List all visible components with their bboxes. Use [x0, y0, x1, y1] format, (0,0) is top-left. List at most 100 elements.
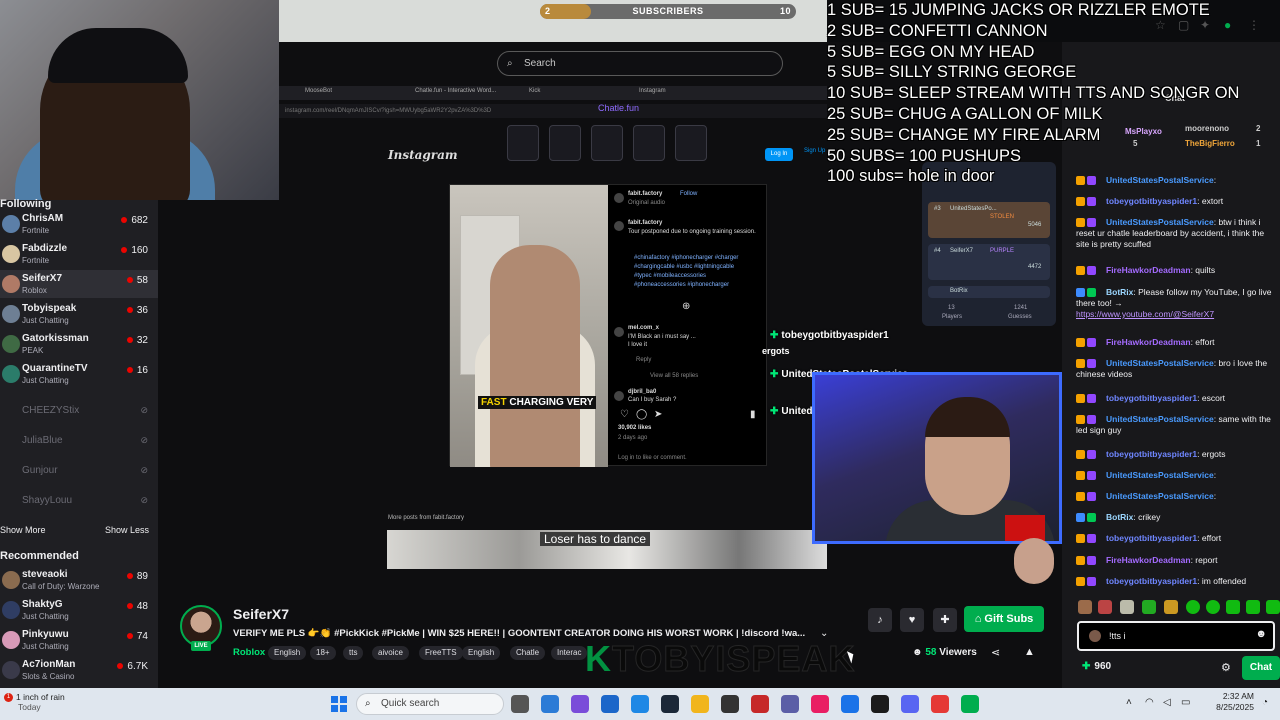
tab-instagram[interactable]: Instagram: [639, 88, 666, 94]
chat-username[interactable]: FireHawkorDeadman: [1106, 265, 1191, 275]
stream-tag[interactable]: tts: [343, 646, 364, 660]
show-less-link[interactable]: Show Less: [105, 525, 149, 535]
chat-username[interactable]: UnitedStatesPostalService: [1106, 414, 1214, 424]
chat-username[interactable]: FireHawkorDeadman: [1106, 337, 1191, 347]
sidebar-channel[interactable]: Gatorkissman PEAK 32: [0, 330, 158, 358]
chat-username[interactable]: tobeygotbitbyaspider1: [1106, 533, 1197, 543]
gift-subs-button[interactable]: ⌂ Gift Subs: [964, 606, 1044, 632]
sidebar-recommended-channel[interactable]: ShaktyG Just Chatting 48: [0, 596, 158, 624]
tab-chatle[interactable]: Chatle.fun - Interactive Word...: [415, 88, 496, 94]
sidebar-offline-channel[interactable]: CHEEZYStix ⊘: [0, 397, 158, 425]
taskbar-app-icon[interactable]: [511, 695, 529, 713]
show-more-link[interactable]: Show More: [0, 525, 46, 535]
hashtags-2[interactable]: #chargingcable #usbc #lightningcable: [634, 264, 734, 270]
stream-tag[interactable]: Interac: [551, 646, 588, 660]
report-icon[interactable]: ▲: [1024, 646, 1035, 658]
sidebar-recommended-channel[interactable]: Ac7ionMan Slots & Casino 6.7K: [0, 656, 158, 684]
sidebar-channel[interactable]: ChrisAM Fortnite 682: [0, 210, 158, 238]
bookmark-icon[interactable]: ▮: [750, 409, 756, 420]
share-icon[interactable]: ➤: [654, 409, 662, 420]
stream-search-input[interactable]: ⌕ Search: [497, 51, 783, 76]
taskbar-app-icon[interactable]: [781, 695, 799, 713]
chat-username[interactable]: UnitedStatesPostalService: [1106, 491, 1214, 501]
hashtags-4[interactable]: #phoneaccessories #iphonecharger: [634, 282, 729, 288]
chat-username[interactable]: BotRix: [1106, 512, 1133, 522]
sidebar-channel[interactable]: QuarantineTV Just Chatting 16: [0, 360, 158, 388]
instagram-login-button[interactable]: Log In: [765, 148, 793, 161]
reply-link[interactable]: Reply: [636, 357, 651, 363]
taskbar-app-icon[interactable]: [841, 695, 859, 713]
chat-username[interactable]: UnitedStatesPostalService: [1106, 358, 1214, 368]
stream-tag[interactable]: aivoice: [372, 646, 409, 660]
follow-heart-icon[interactable]: ♥: [900, 608, 924, 632]
taskbar-app-icon[interactable]: [811, 695, 829, 713]
sidebar-offline-channel[interactable]: JuliaBlue ⊘: [0, 427, 158, 455]
chat-username[interactable]: tobeygotbitbyaspider1: [1106, 449, 1197, 459]
hashtags-1[interactable]: #chinafactory #iphonecharger #charger: [634, 255, 738, 261]
post-account[interactable]: fabit.factory: [628, 191, 662, 197]
comment2-user[interactable]: djbril_ba0: [628, 389, 656, 395]
taskbar-search[interactable]: ⌕ Quick search: [356, 693, 504, 715]
taskbar-app-icon[interactable]: [571, 695, 589, 713]
tab-moosebot[interactable]: MooseBot: [305, 88, 332, 94]
heart-icon[interactable]: ♡: [620, 409, 629, 420]
comment-icon[interactable]: ◯: [636, 409, 647, 420]
taskbar-app-icon[interactable]: [601, 695, 619, 713]
weather-widget[interactable]: 11 inch of rain Today: [4, 692, 65, 712]
chat-input-box[interactable]: ☻: [1077, 621, 1275, 651]
taskbar-app-icon[interactable]: [631, 695, 649, 713]
caption-account[interactable]: fabit.factory: [628, 220, 662, 226]
chat-send-button[interactable]: Chat: [1242, 656, 1280, 680]
sidebar-channel[interactable]: Tobyispeak Just Chatting 36: [0, 300, 158, 328]
stream-tag[interactable]: English: [462, 646, 501, 660]
stream-tag[interactable]: English: [268, 646, 307, 660]
inner-address-bar[interactable]: instagram.com/reel/DNqmAmJISCv/?igsh=MWU…: [279, 104, 827, 118]
taskbar-app-icon[interactable]: [691, 695, 709, 713]
sidebar-offline-channel[interactable]: ShayyLouu ⊘: [0, 487, 158, 515]
chat-username[interactable]: tobeygotbitbyaspider1: [1106, 393, 1197, 403]
view-replies-link[interactable]: View all 58 replies: [650, 373, 698, 379]
boost-icon[interactable]: ✚: [933, 608, 957, 632]
gear-icon[interactable]: ⚙: [1221, 661, 1231, 674]
chat-username[interactable]: UnitedStatesPostalService: [1106, 470, 1214, 480]
sidebar-offline-channel[interactable]: Gunjour ⊘: [0, 457, 158, 485]
volume-icon[interactable]: ◁: [1163, 697, 1171, 708]
bell-icon[interactable]: ♪: [868, 608, 892, 632]
wifi-icon[interactable]: ◠: [1145, 697, 1154, 708]
comment1-user[interactable]: mel.com_x: [628, 325, 659, 331]
chat-username[interactable]: FireHawkorDeadman: [1106, 555, 1191, 565]
tab-kick[interactable]: Kick: [529, 88, 540, 94]
game-link[interactable]: Roblox: [233, 647, 265, 658]
sidebar-recommended-channel[interactable]: Pinkyuwu Just Chatting 74: [0, 626, 158, 654]
channel-points[interactable]: ✚ 960: [1082, 661, 1111, 672]
taskbar-app-icon[interactable]: [661, 695, 679, 713]
instagram-signup-link[interactable]: Sign Up: [804, 148, 825, 154]
notifications-icon[interactable]: ◔: [1262, 697, 1268, 708]
chat-input[interactable]: [1109, 629, 1249, 643]
instagram-reel-video[interactable]: FAST CHARGING VERY: [450, 185, 608, 467]
hashtags-3[interactable]: #typec #mobileaccessories: [634, 273, 706, 279]
chat-username[interactable]: tobeygotbitbyaspider1: [1106, 196, 1197, 206]
stream-tag[interactable]: FreeTTS: [419, 646, 463, 660]
battery-icon[interactable]: ▭: [1181, 697, 1190, 708]
chat-username[interactable]: tobeygotbitbyaspider1: [1106, 576, 1197, 586]
follow-link[interactable]: Follow: [680, 191, 697, 197]
chat-username[interactable]: BotRix: [1106, 287, 1133, 297]
stream-tag[interactable]: 18+: [310, 646, 336, 660]
chat-link[interactable]: https://www.youtube.com/@SeiferX7: [1076, 309, 1214, 319]
emoji-icon[interactable]: ☻: [1255, 628, 1267, 640]
login-prompt[interactable]: Log in to like or comment.: [618, 455, 687, 461]
taskbar-app-icon[interactable]: [901, 695, 919, 713]
tray-chevron-icon[interactable]: ˄: [1126, 697, 1132, 708]
clock[interactable]: 2:32 AM 8/25/2025: [1206, 691, 1254, 713]
stream-tag[interactable]: Chatle: [510, 646, 546, 660]
sidebar-recommended-channel[interactable]: steveaoki Call of Duty: Warzone 89: [0, 566, 158, 594]
sidebar-channel[interactable]: Fabdizzle Fortnite 160: [0, 240, 158, 268]
taskbar-app-icon[interactable]: [541, 695, 559, 713]
taskbar-app-icon[interactable]: [961, 695, 979, 713]
taskbar-app-icon[interactable]: [721, 695, 739, 713]
add-icon[interactable]: ⊕: [682, 301, 690, 312]
taskbar-app-icon[interactable]: [751, 695, 769, 713]
emote-strip[interactable]: [1078, 600, 1280, 616]
sidebar-channel[interactable]: SeiferX7 Roblox 58: [0, 270, 158, 298]
